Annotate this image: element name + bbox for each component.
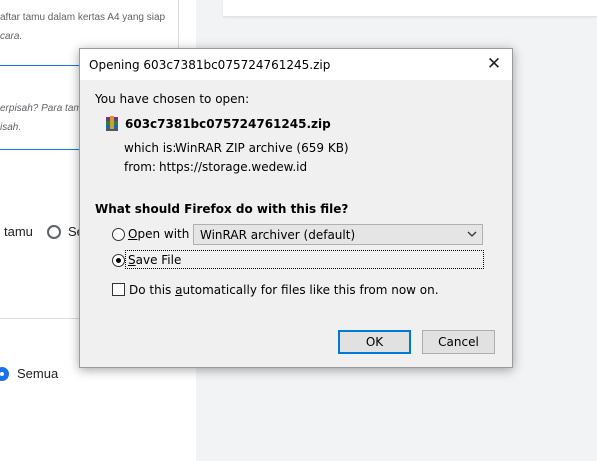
chosen-text: You have chosen to open: — [95, 92, 250, 106]
save-file-radio[interactable] — [112, 254, 125, 267]
save-file-accel: S — [128, 253, 136, 267]
download-dialog: Opening 603c7381bc075724761245.zip ✕ You… — [79, 48, 513, 368]
action-question: What should Firefox do with this file? — [95, 202, 349, 216]
close-icon[interactable]: ✕ — [484, 54, 504, 74]
open-with-text: pen with — [137, 227, 190, 241]
which-is-label: which is: — [124, 141, 177, 155]
open-with-select[interactable]: WinRAR archiver (default) — [193, 224, 483, 245]
auto-checkbox-label[interactable]: Do this automatically for files like thi… — [129, 283, 439, 297]
background-text: cara. — [0, 31, 23, 42]
open-with-radio[interactable] — [112, 228, 125, 241]
file-name: 603c7381bc075724761245.zip — [125, 117, 331, 131]
background-divider — [0, 65, 79, 66]
auto-text-post: utomatically for files like this from no… — [182, 283, 439, 297]
auto-checkbox[interactable] — [112, 283, 125, 296]
open-with-label[interactable]: Open with — [128, 227, 189, 241]
save-file-text: ave File — [135, 253, 182, 267]
cancel-button[interactable]: Cancel — [422, 330, 495, 354]
background-text: isah. — [0, 122, 22, 133]
background-card — [223, 0, 597, 17]
from-label: from: — [124, 160, 156, 174]
open-with-app: WinRAR archiver (default) — [200, 228, 356, 242]
auto-text-pre: Do this — [129, 283, 176, 297]
background-divider — [0, 149, 79, 150]
background-text: erpisah? Para tamu — [0, 103, 88, 114]
winrar-file-icon — [106, 116, 118, 131]
source-url: https://storage.wedew.id — [159, 160, 308, 174]
background-radio-label: Semua — [17, 366, 59, 381]
background-text: aftar tamu dalam kertas A4 yang siap — [0, 12, 166, 23]
background-radio[interactable] — [47, 225, 61, 239]
ok-button[interactable]: OK — [338, 330, 411, 354]
background-radio-label: tamu — [4, 224, 33, 239]
chevron-down-icon — [467, 231, 477, 237]
save-file-label[interactable]: Save File — [128, 253, 181, 267]
dialog-title: Opening 603c7381bc075724761245.zip — [89, 58, 331, 72]
dialog-titlebar: Opening 603c7381bc075724761245.zip ✕ — [80, 49, 512, 80]
file-type: WinRAR ZIP archive (659 KB) — [175, 141, 349, 155]
